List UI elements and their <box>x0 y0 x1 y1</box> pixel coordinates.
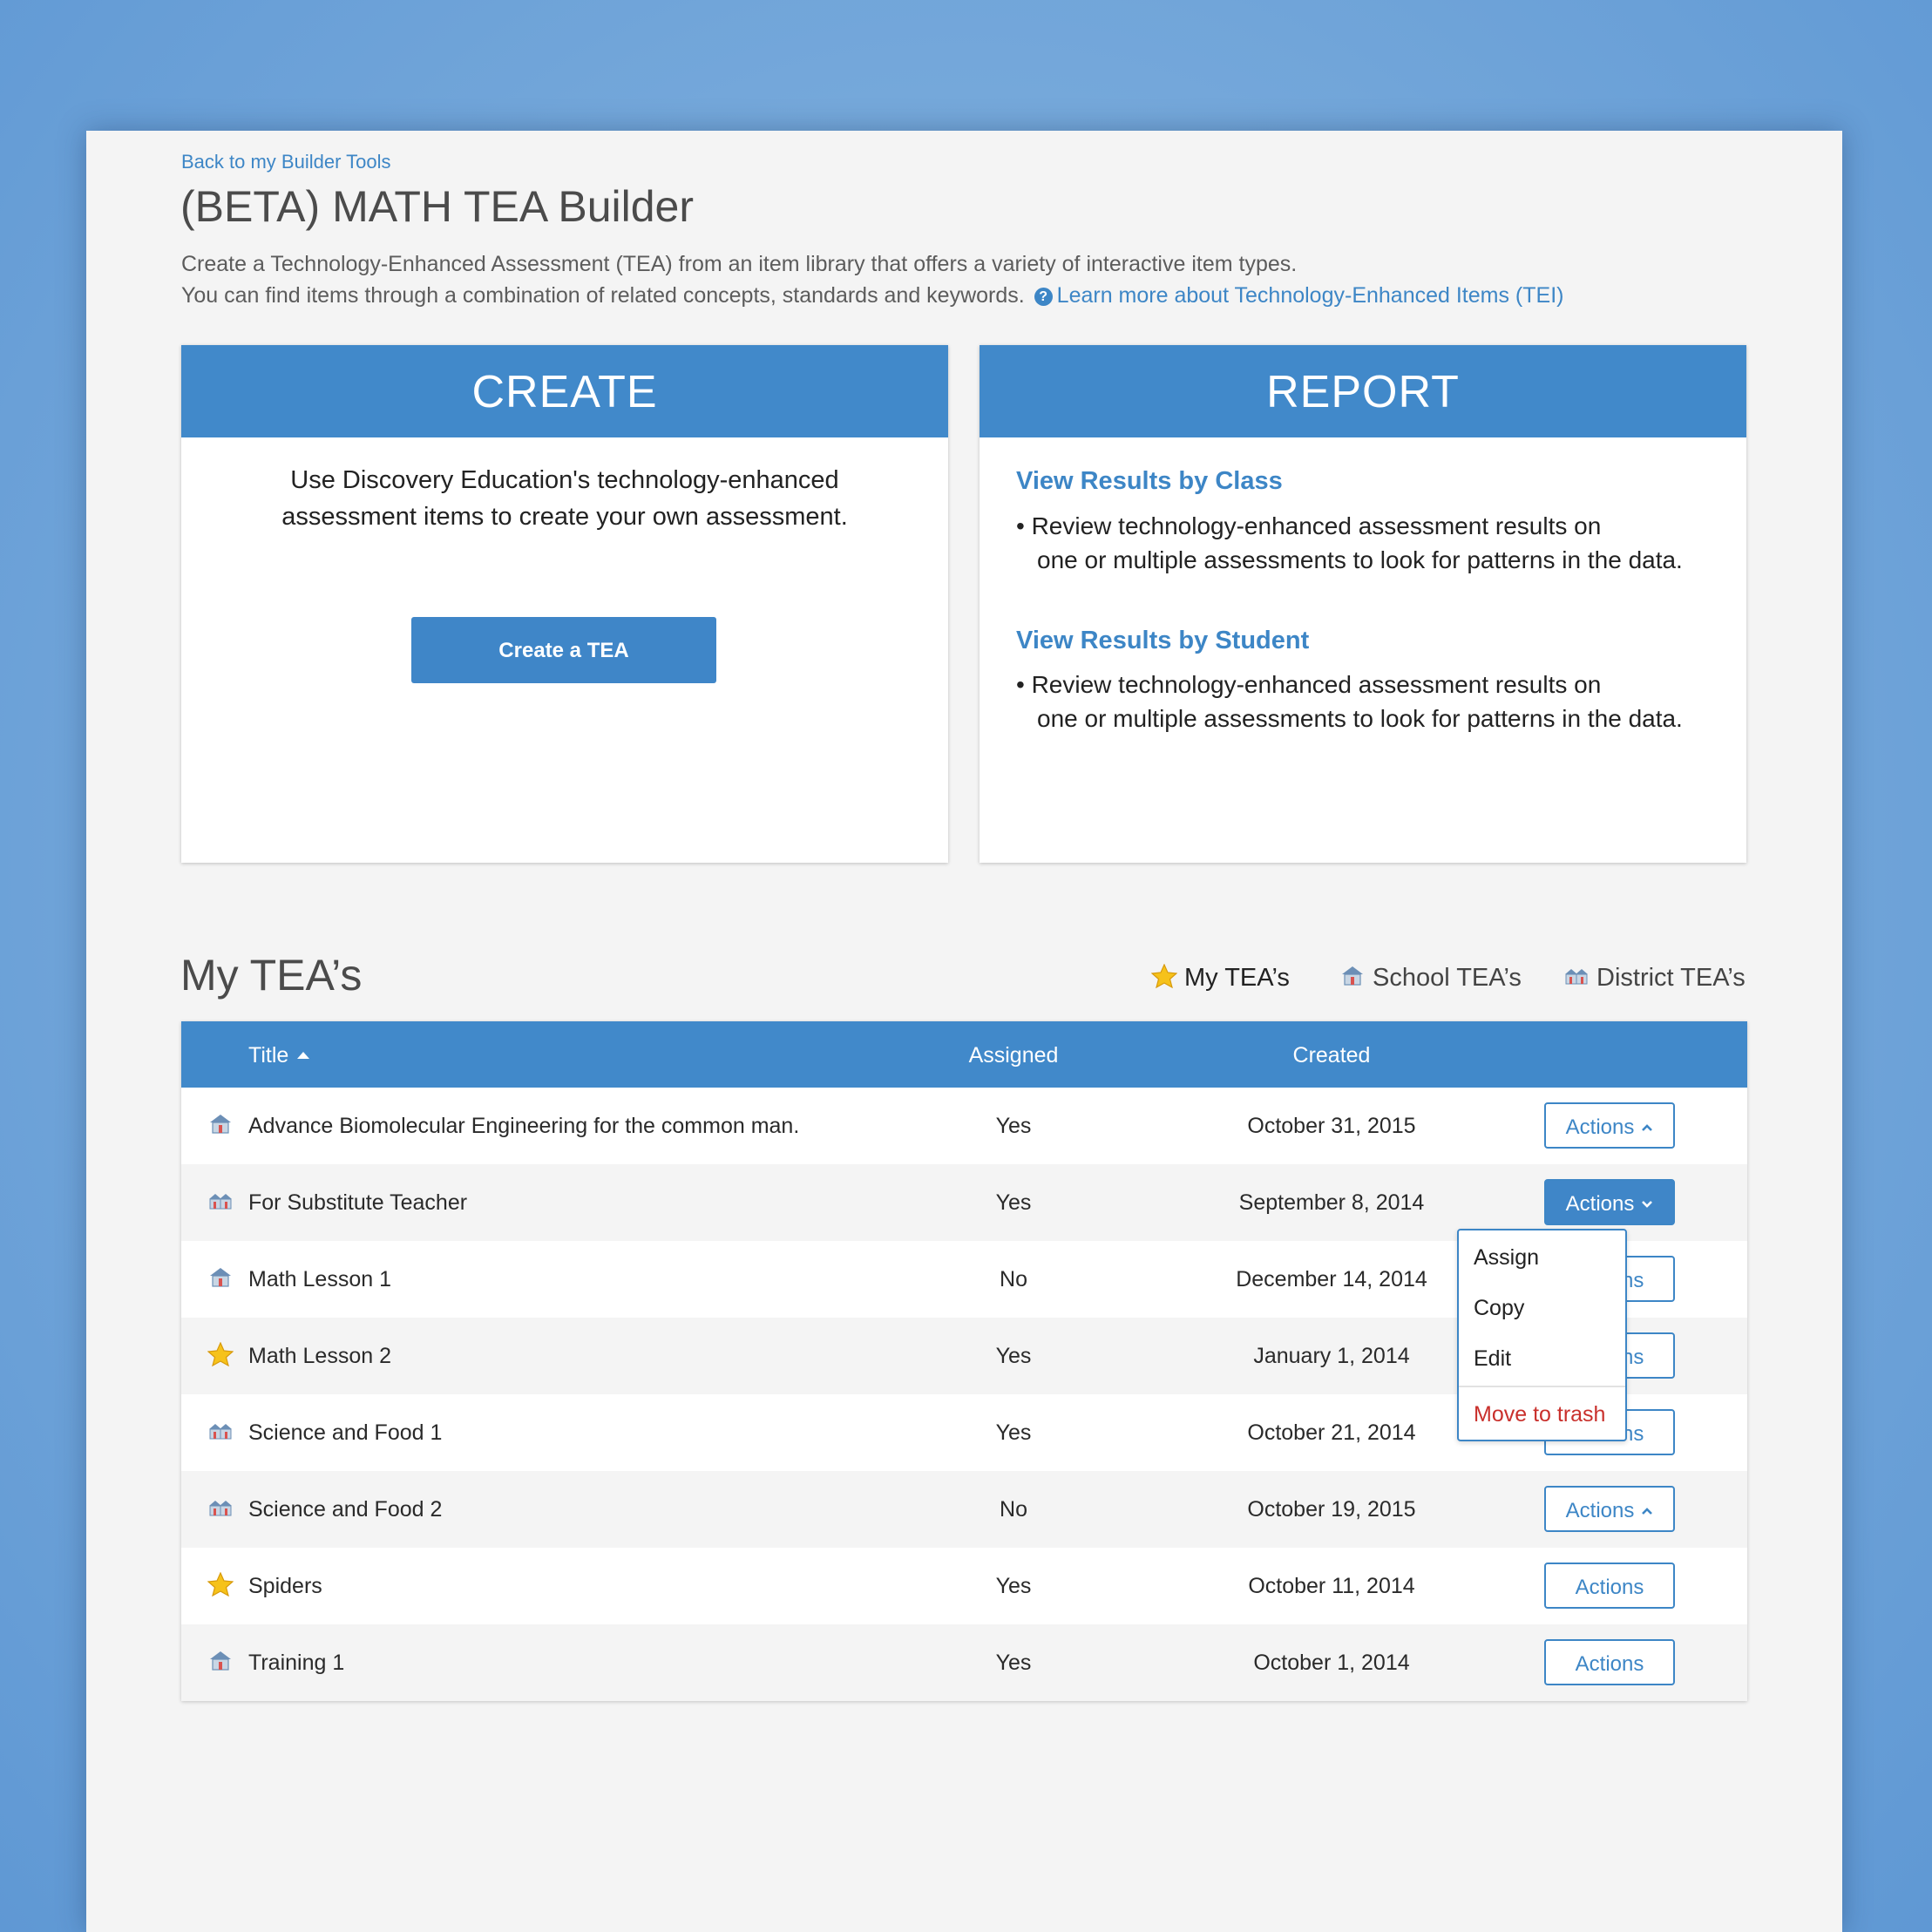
row-assigned: Yes <box>995 1651 1032 1675</box>
row-assigned: Yes <box>995 1574 1032 1598</box>
back-to-builder-tools-link[interactable]: Back to my Builder Tools <box>181 151 390 173</box>
help-icon[interactable]: ? <box>1034 288 1053 306</box>
actions-button[interactable]: Actions <box>1544 1102 1675 1149</box>
table-header: Title Assigned Created <box>181 1021 1747 1088</box>
actions-button-label: Actions <box>1565 1192 1635 1216</box>
actions-dropdown-menu: Assign Copy Edit Move to trash <box>1457 1229 1627 1441</box>
star-icon <box>207 1572 234 1596</box>
column-title-label: Title <box>248 1043 289 1068</box>
row-created: October 19, 2015 <box>1247 1497 1416 1522</box>
school-icon <box>210 1115 231 1134</box>
column-created-header[interactable]: Created <box>1201 1021 1462 1089</box>
row-title: Math Lesson 2 <box>248 1344 391 1368</box>
row-title: Science and Food 2 <box>248 1497 443 1522</box>
district-icon <box>209 1501 232 1516</box>
my-teas-heading: My TEA’s <box>180 951 363 1000</box>
actions-button[interactable]: Actions <box>1544 1563 1675 1609</box>
table-row[interactable]: Advance Biomolecular Engineering for the… <box>181 1088 1747 1164</box>
table-row[interactable]: Science and Food 2 No October 19, 2015 Acti… <box>181 1471 1747 1548</box>
row-created: October 11, 2014 <box>1248 1574 1415 1598</box>
row-assigned: No <box>1000 1267 1027 1291</box>
filter-school-teas[interactable]: School TEA’s <box>1339 964 1522 993</box>
filter-my-teas-label: My TEA’s <box>1184 964 1290 992</box>
by-class-desc-line-2: one or multiple assessments to look for … <box>1037 546 1683 573</box>
row-title: Math Lesson 1 <box>248 1267 391 1291</box>
table-row[interactable]: Spiders Yes October 11, 2014 Actions <box>181 1548 1747 1624</box>
row-created: January 1, 2014 <box>1253 1344 1410 1368</box>
by-student-desc-line-1: • Review technology-enhanced assessment … <box>1016 671 1602 698</box>
row-created: October 1, 2014 <box>1253 1651 1410 1675</box>
row-assigned: Yes <box>995 1344 1032 1368</box>
page-description: Create a Technology-Enhanced Assessment … <box>181 248 1563 311</box>
row-title: Science and Food 1 <box>248 1420 443 1445</box>
row-assigned: Yes <box>995 1190 1032 1215</box>
menu-item-copy[interactable]: Copy <box>1459 1283 1625 1333</box>
school-icon <box>210 1651 231 1671</box>
filter-my-teas[interactable]: My TEA’s <box>1151 964 1290 993</box>
row-created: October 21, 2014 <box>1247 1420 1416 1445</box>
actions-button-label: Actions <box>1565 1115 1635 1139</box>
menu-item-edit[interactable]: Edit <box>1459 1333 1625 1384</box>
filter-district-teas[interactable]: District TEA’s <box>1563 964 1746 993</box>
row-assigned: Yes <box>995 1114 1032 1138</box>
filter-district-teas-label: District TEA’s <box>1596 964 1746 992</box>
row-title: Spiders <box>248 1574 322 1598</box>
page-container: Back to my Builder Tools (BETA) MATH TEA… <box>86 131 1842 1932</box>
by-student-desc-line-2: one or multiple assessments to look for … <box>1037 705 1683 732</box>
chevron-down-icon <box>1642 1201 1653 1208</box>
column-title-header[interactable]: Title <box>248 1021 310 1089</box>
report-panel: REPORT View Results by Class • Review te… <box>980 345 1746 863</box>
actions-button-label: Actions <box>1575 1576 1644 1599</box>
star-icon <box>1151 964 1177 988</box>
row-title: Training 1 <box>248 1651 345 1675</box>
district-icon <box>1565 969 1588 985</box>
column-assigned-header[interactable]: Assigned <box>966 1021 1061 1089</box>
actions-button[interactable]: Actions <box>1544 1179 1675 1225</box>
table-row[interactable]: Training 1 Yes October 1, 2014 Actions <box>181 1624 1747 1701</box>
row-assigned: No <box>1000 1497 1027 1522</box>
description-line-2: You can find items through a combination… <box>181 280 1563 311</box>
actions-button-label: Actions <box>1565 1499 1635 1522</box>
star-icon <box>207 1342 234 1366</box>
menu-item-move-to-trash[interactable]: Move to trash <box>1459 1389 1625 1440</box>
school-icon <box>1342 966 1363 986</box>
by-student-description: • Review technology-enhanced assessment … <box>1016 668 1683 736</box>
filter-school-teas-label: School TEA’s <box>1373 964 1522 992</box>
create-panel: CREATE Use Discovery Education's technol… <box>181 345 948 863</box>
view-results-by-student-link[interactable]: View Results by Student <box>1016 627 1309 655</box>
sort-ascending-icon <box>297 1052 310 1059</box>
district-icon <box>209 1194 232 1210</box>
description-line-2-text: You can find items through a combination… <box>181 283 1025 308</box>
view-results-by-class-link[interactable]: View Results by Class <box>1016 467 1283 496</box>
create-panel-text: Use Discovery Education's technology-enh… <box>181 462 948 535</box>
row-created: October 31, 2015 <box>1247 1114 1416 1138</box>
create-panel-heading: CREATE <box>181 345 948 437</box>
chevron-up-icon <box>1642 1124 1653 1131</box>
create-tea-button[interactable]: Create a TEA <box>411 617 716 683</box>
description-line-1: Create a Technology-Enhanced Assessment … <box>181 252 1298 276</box>
menu-divider <box>1459 1386 1625 1387</box>
chevron-up-icon <box>1642 1508 1653 1515</box>
create-text-line-1: Use Discovery Education's technology-enh… <box>290 466 839 494</box>
actions-button[interactable]: Actions <box>1544 1639 1675 1685</box>
district-icon <box>209 1424 232 1440</box>
actions-button-label: Actions <box>1575 1652 1644 1676</box>
row-created: September 8, 2014 <box>1238 1190 1425 1215</box>
row-title: For Substitute Teacher <box>248 1190 468 1215</box>
school-icon <box>210 1268 231 1287</box>
menu-item-assign[interactable]: Assign <box>1459 1232 1625 1283</box>
create-text-line-2: assessment items to create your own asse… <box>281 503 848 531</box>
actions-button[interactable]: Actions <box>1544 1486 1675 1532</box>
row-assigned: Yes <box>995 1420 1032 1445</box>
by-class-description: • Review technology-enhanced assessment … <box>1016 509 1683 577</box>
row-title: Advance Biomolecular Engineering for the… <box>248 1114 800 1138</box>
row-created: December 14, 2014 <box>1236 1267 1427 1291</box>
by-class-desc-line-1: • Review technology-enhanced assessment … <box>1016 512 1602 539</box>
learn-more-tei-link[interactable]: Learn more about Technology-Enhanced Ite… <box>1057 283 1564 308</box>
report-panel-heading: REPORT <box>980 345 1746 437</box>
page-title: (BETA) MATH TEA Builder <box>180 182 695 231</box>
